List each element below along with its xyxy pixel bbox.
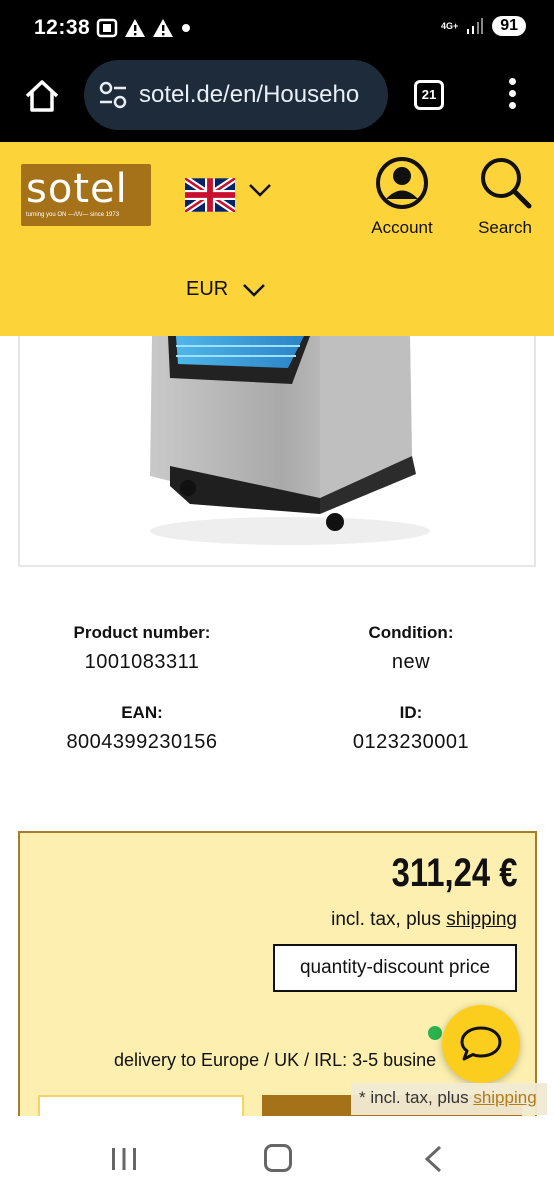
status-right: 4G+ 91 bbox=[441, 16, 526, 36]
search-icon bbox=[481, 158, 532, 209]
condition-label: Condition: bbox=[368, 623, 454, 642]
floating-tax-prefix: * incl. tax, plus bbox=[359, 1088, 474, 1107]
site-header: sotel turning you ON —/\/\/— since 1973 … bbox=[0, 142, 554, 336]
chat-bubble-icon bbox=[460, 1026, 502, 1061]
logo-text: sotel bbox=[26, 166, 128, 212]
recent-apps-icon[interactable] bbox=[110, 1146, 138, 1172]
status-bar: 12:38 4G+ 91 bbox=[0, 0, 554, 58]
back-icon[interactable] bbox=[422, 1144, 444, 1174]
chat-button[interactable] bbox=[442, 1005, 520, 1083]
spec-product-number: Product number: 1001083311 bbox=[22, 623, 262, 674]
status-time: 12:38 bbox=[34, 16, 91, 39]
condition-value: new bbox=[391, 651, 431, 673]
price: 311,24 € bbox=[391, 851, 517, 895]
screenshot-icon bbox=[96, 18, 118, 38]
currency-selector[interactable]: EUR bbox=[186, 278, 266, 301]
browser-menu-icon[interactable] bbox=[505, 78, 519, 112]
spec-condition: Condition: new bbox=[291, 623, 531, 674]
account-button[interactable]: Account bbox=[368, 156, 436, 238]
notification-icons bbox=[96, 18, 192, 38]
signal-icon bbox=[467, 18, 484, 34]
currency-label: EUR bbox=[186, 278, 229, 300]
address-bar[interactable]: sotel.de/en/Househo bbox=[84, 60, 388, 130]
search-button[interactable]: Search bbox=[474, 156, 536, 238]
battery-level: 91 bbox=[492, 16, 526, 36]
dot-icon bbox=[182, 24, 190, 32]
warning-icon bbox=[125, 19, 145, 37]
spec-ean: EAN: 8004399230156 bbox=[22, 703, 262, 754]
spec-id: ID: 0123230001 bbox=[291, 703, 531, 754]
delivery-info: delivery to Europe / UK / IRL: 3-5 busin… bbox=[114, 1050, 437, 1070]
ean-label: EAN: bbox=[121, 703, 163, 722]
chevron-down-icon[interactable] bbox=[248, 182, 272, 198]
id-label: ID: bbox=[399, 703, 423, 722]
chevron-down-icon bbox=[243, 283, 266, 297]
ean-value: 8004399230156 bbox=[66, 731, 218, 753]
warning-icon bbox=[153, 19, 173, 37]
product-number-value: 1001083311 bbox=[84, 651, 200, 673]
floating-tax-note: * incl. tax, plus shipping bbox=[351, 1083, 547, 1115]
product-image-card[interactable] bbox=[18, 336, 536, 567]
home-icon[interactable] bbox=[22, 76, 62, 116]
home-nav-icon[interactable] bbox=[264, 1144, 292, 1172]
logo-tagline: turning you ON —/\/\/— since 1973 bbox=[26, 212, 120, 218]
tab-switcher-button[interactable]: 21 bbox=[414, 80, 444, 110]
sotel-logo[interactable]: sotel turning you ON —/\/\/— since 1973 bbox=[21, 164, 151, 226]
account-icon bbox=[376, 157, 428, 209]
floating-shipping-link[interactable]: shipping bbox=[473, 1088, 536, 1107]
tax-prefix: incl. tax, plus bbox=[331, 909, 447, 930]
in-stock-indicator bbox=[428, 1026, 442, 1040]
account-label: Account bbox=[371, 218, 433, 237]
system-navigation-bar bbox=[0, 1116, 554, 1200]
network-label: 4G+ bbox=[440, 20, 459, 31]
product-number-label: Product number: bbox=[73, 623, 211, 642]
price-box: 311,24 € incl. tax, plus shipping quanti… bbox=[18, 831, 537, 1135]
product-heater-image bbox=[150, 336, 430, 545]
uk-flag-icon[interactable] bbox=[185, 178, 235, 212]
id-value: 0123230001 bbox=[352, 731, 470, 753]
search-label: Search bbox=[478, 218, 532, 237]
shipping-link[interactable]: shipping bbox=[446, 909, 517, 930]
browser-toolbar: sotel.de/en/Househo 21 bbox=[0, 58, 554, 142]
site-settings-icon[interactable] bbox=[98, 81, 128, 109]
url-text[interactable]: sotel.de/en/Househo bbox=[139, 81, 359, 109]
quantity-discount-button[interactable]: quantity-discount price bbox=[273, 944, 517, 992]
tax-note: incl. tax, plus shipping bbox=[331, 909, 517, 931]
